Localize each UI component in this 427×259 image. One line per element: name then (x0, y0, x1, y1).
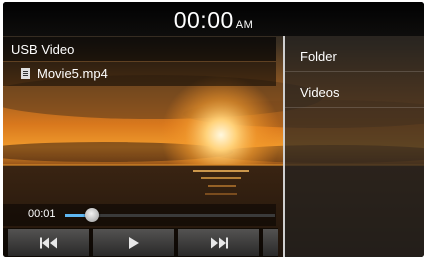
clock-time: 00:00 (173, 7, 234, 33)
more-controls-edge (263, 229, 278, 256)
source-title: USB Video (3, 37, 276, 61)
file-icon (21, 68, 30, 79)
menu-item-label: Folder (300, 49, 337, 64)
clock: 00:00 AM (174, 7, 254, 38)
skip-next-icon (210, 237, 228, 248)
progress-knob[interactable] (85, 208, 100, 222)
menu-item-folder[interactable]: Folder (285, 36, 424, 72)
menu-item-label: Videos (300, 85, 340, 100)
media-screen: 00:00 AM USB Video Movie5.mp4 00:01 Fold… (3, 2, 424, 257)
previous-button[interactable] (8, 229, 89, 256)
current-file[interactable]: Movie5.mp4 (3, 62, 276, 86)
elapsed-time: 00:01 (28, 208, 56, 220)
progress-row: 00:01 (3, 204, 276, 226)
play-icon (128, 236, 139, 249)
menu-item-videos[interactable]: Videos (285, 72, 424, 108)
progress-bar[interactable] (65, 208, 275, 222)
file-name: Movie5.mp4 (37, 66, 108, 81)
status-bar: 00:00 AM (3, 2, 424, 36)
playback-controls (3, 228, 278, 257)
clock-ampm: AM (235, 19, 254, 31)
skip-previous-icon (39, 237, 57, 248)
next-button[interactable] (178, 229, 259, 256)
play-button[interactable] (93, 229, 174, 256)
side-menu: Folder Videos (283, 36, 424, 257)
